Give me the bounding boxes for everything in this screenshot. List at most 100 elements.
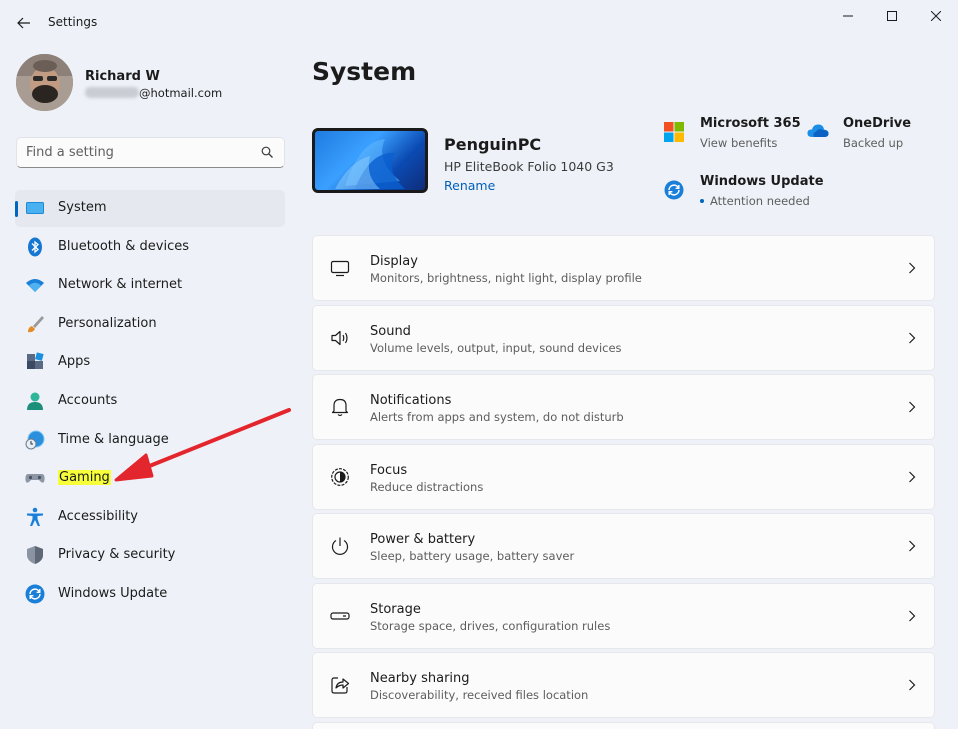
card-subtitle: Alerts from apps and system, do not dist…	[370, 410, 624, 424]
gaming-icon	[25, 474, 45, 483]
sidebar-item-accessibility[interactable]: Accessibility	[15, 499, 285, 536]
chevron-right-icon	[909, 471, 916, 482]
sidebar-item-apps[interactable]: Apps	[15, 344, 285, 381]
time-language-icon	[25, 430, 45, 450]
email-redaction	[85, 87, 139, 98]
card-notifications[interactable]: Notifications Alerts from apps and syste…	[312, 374, 935, 440]
sidebar-item-label: System	[58, 200, 107, 215]
sidebar-item-label: Privacy & security	[58, 547, 176, 563]
chevron-right-icon	[909, 262, 916, 274]
highlight-marker: Gaming	[58, 470, 111, 486]
card-title: Storage	[370, 601, 421, 617]
sidebar-nav: System Bluetooth & devices Network & int…	[15, 190, 285, 615]
quick-link-title: OneDrive	[843, 116, 912, 131]
power-icon	[331, 537, 349, 555]
rename-link[interactable]: Rename	[444, 178, 495, 193]
sidebar-item-privacy-security[interactable]: Privacy & security	[15, 537, 285, 574]
search-input[interactable]: Find a setting	[16, 137, 285, 168]
search-icon	[261, 146, 273, 158]
accessibility-icon	[27, 507, 43, 526]
focus-icon	[331, 467, 349, 486]
sidebar-item-label: Network & internet	[58, 277, 183, 293]
active-indicator	[15, 201, 18, 217]
apps-icon	[27, 352, 44, 370]
minimize-icon	[843, 15, 853, 17]
card-subtitle: Volume levels, output, input, sound devi…	[370, 340, 622, 355]
shield-icon	[27, 546, 43, 565]
back-button[interactable]	[10, 9, 38, 37]
accounts-icon	[27, 392, 43, 410]
page-title: System	[312, 57, 417, 86]
quick-link-title: Windows Update	[700, 174, 824, 189]
card-subtitle: Sleep, battery usage, battery saver	[370, 549, 575, 563]
bell-icon	[331, 398, 349, 417]
card-sound[interactable]: Sound Volume levels, output, input, soun…	[312, 304, 935, 371]
avatar[interactable]	[16, 54, 73, 111]
onedrive-icon	[807, 124, 829, 137]
minimize-button[interactable]	[828, 4, 868, 28]
windows-update-icon	[664, 180, 684, 200]
sidebar-item-gaming[interactable]: Gaming	[15, 460, 285, 497]
quick-link-title: Microsoft 365	[700, 116, 801, 131]
card-focus[interactable]: Focus Reduce distractions	[312, 443, 935, 510]
device-name: PenguinPC	[444, 135, 542, 154]
card-storage[interactable]: Storage Storage space, drives, configura…	[312, 582, 935, 649]
card-display[interactable]: Display Monitors, brightness, night ligh…	[312, 235, 935, 301]
sidebar-item-label: Apps	[58, 354, 91, 370]
display-icon	[330, 260, 350, 277]
sidebar-item-label: Bluetooth & devices	[58, 238, 189, 254]
card-title: Notifications	[370, 393, 452, 408]
share-icon	[331, 677, 350, 694]
card-title: Focus	[370, 462, 408, 478]
windows-update-icon	[25, 584, 45, 604]
card-subtitle: Monitors, brightness, night light, displ…	[370, 271, 642, 285]
sidebar-item-label: Gaming	[58, 470, 111, 486]
chevron-right-icon	[909, 401, 916, 413]
card-title: Power & battery	[370, 532, 476, 547]
sidebar-item-personalization[interactable]: Personalization	[15, 306, 285, 343]
chevron-right-icon	[909, 610, 916, 621]
card-title: Nearby sharing	[370, 671, 470, 686]
user-email: @hotmail.com	[85, 86, 222, 100]
sidebar-item-label: Time & language	[58, 431, 169, 447]
back-arrow-icon	[17, 17, 30, 29]
card-power-battery[interactable]: Power & battery Sleep, battery usage, ba…	[312, 513, 935, 579]
card-title: Sound	[370, 323, 411, 339]
sidebar-item-windows-update[interactable]: Windows Update	[15, 576, 285, 613]
chevron-right-icon	[909, 679, 916, 691]
wifi-icon	[26, 279, 44, 293]
sidebar-item-accounts[interactable]: Accounts	[15, 383, 285, 420]
maximize-icon	[887, 11, 897, 21]
device-thumbnail	[312, 128, 428, 193]
sidebar-item-system[interactable]: System	[15, 190, 285, 227]
quick-link-subtitle: View benefits	[700, 136, 778, 150]
microsoft-365-icon	[664, 122, 684, 142]
title-bar: Settings	[0, 0, 958, 46]
quick-link-subtitle: Backed up	[843, 136, 904, 150]
window-title: Settings	[48, 15, 98, 29]
user-name: Richard W	[85, 69, 160, 84]
sidebar-item-label: Windows Update	[58, 585, 168, 601]
card-subtitle: Discoverability, received files location	[370, 688, 589, 702]
sidebar-item-bluetooth[interactable]: Bluetooth & devices	[15, 229, 285, 266]
close-icon	[931, 11, 941, 21]
chevron-right-icon	[909, 540, 916, 552]
storage-icon	[330, 611, 350, 620]
card-nearby-sharing[interactable]: Nearby sharing Discoverability, received…	[312, 652, 935, 718]
quick-link-subtitle: Attention needed	[700, 194, 810, 208]
maximize-button[interactable]	[872, 4, 912, 28]
search-placeholder: Find a setting	[26, 145, 114, 160]
sidebar-item-label: Personalization	[58, 315, 157, 331]
card-subtitle: Storage space, drives, configuration rul…	[370, 618, 611, 633]
card-title: Display	[370, 254, 418, 269]
close-button[interactable]	[916, 4, 956, 28]
sidebar-item-label: Accessibility	[58, 508, 138, 524]
sidebar-item-network[interactable]: Network & internet	[15, 267, 285, 304]
card-partial[interactable]	[312, 721, 935, 729]
system-icon	[26, 202, 44, 214]
bloom-wallpaper-icon	[335, 139, 405, 189]
device-wallpaper	[315, 131, 425, 190]
settings-list: Display Monitors, brightness, night ligh…	[312, 235, 935, 729]
sidebar-item-time-language[interactable]: Time & language	[15, 422, 285, 459]
device-model: HP EliteBook Folio 1040 G3	[444, 159, 614, 174]
